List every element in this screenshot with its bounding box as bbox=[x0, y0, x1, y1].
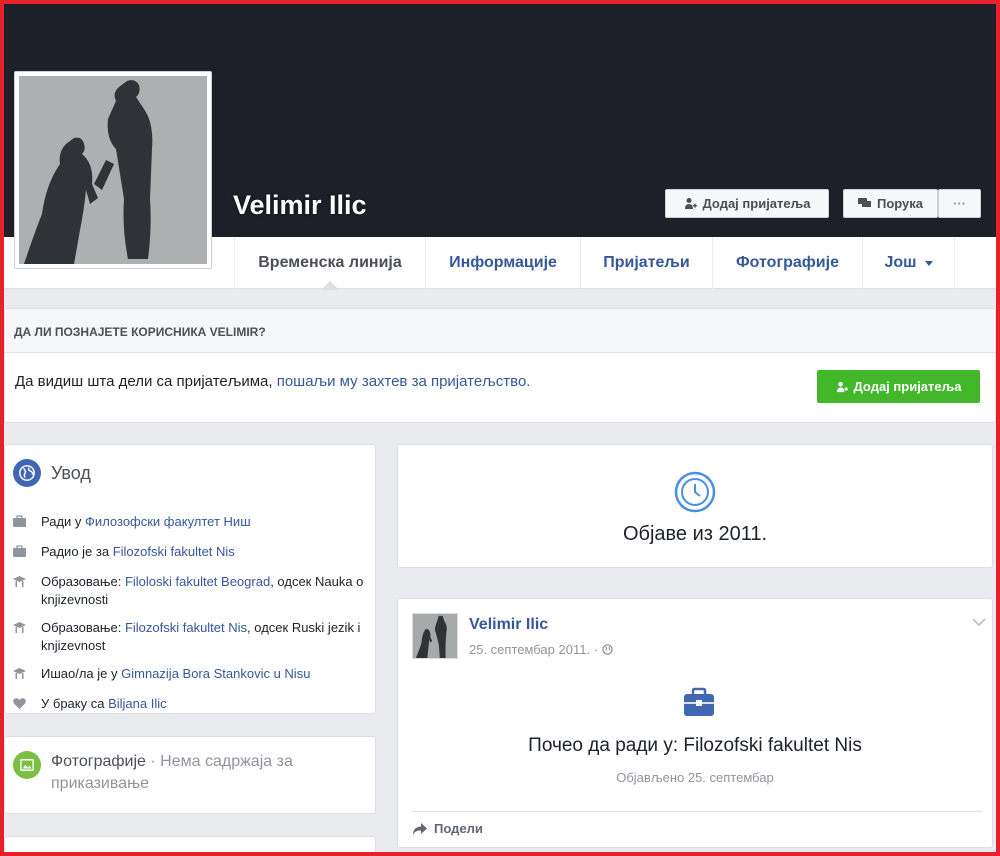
post-author-avatar[interactable] bbox=[412, 613, 458, 659]
intro-text: Образовање: bbox=[41, 620, 125, 635]
graduation-cap-icon bbox=[13, 622, 26, 633]
tab-photos[interactable]: Фотографије bbox=[712, 237, 862, 289]
briefcase-icon bbox=[684, 687, 714, 716]
intro-text: Образовање: bbox=[41, 574, 125, 589]
graduation-cap-icon bbox=[13, 576, 26, 587]
intro-item-education: Образовање: Filozofski fakultet Nis, одс… bbox=[13, 619, 368, 655]
tab-friends-label: Пријатељи bbox=[603, 254, 690, 271]
chevron-down-icon[interactable] bbox=[972, 617, 986, 627]
intro-link[interactable]: Филозофски факултет Ниш bbox=[85, 514, 251, 529]
tab-timeline-label: Временска линија bbox=[258, 254, 402, 271]
intro-text: Ради у bbox=[41, 514, 86, 529]
photo-icon bbox=[13, 751, 41, 779]
friend-request-prompt: ДА ЛИ ПОЗНАЈЕТЕ КОРИСНИКА VELIMIR? Да ви… bbox=[4, 308, 996, 423]
post-date: 25. септембар 2011. · bbox=[469, 642, 613, 657]
clock-icon bbox=[674, 471, 716, 513]
tab-about[interactable]: Информације bbox=[425, 237, 580, 289]
intro-link[interactable]: Biljana Ilic bbox=[108, 696, 167, 711]
intro-link[interactable]: Filoloski fakultet Beograd bbox=[125, 574, 270, 589]
tab-friends[interactable]: Пријатељи bbox=[580, 237, 712, 289]
share-arrow-icon bbox=[413, 822, 427, 835]
graduation-cap-icon bbox=[13, 668, 26, 679]
post-headline: Почео да ради у: Filozofski fakultet Nis bbox=[528, 735, 862, 756]
post-divider bbox=[412, 811, 982, 812]
caret-down-icon bbox=[924, 260, 933, 266]
heart-icon bbox=[13, 698, 26, 709]
intro-text: Ишао/ла је у bbox=[41, 666, 122, 681]
intro-item-relationship: У браку са Biljana Ilic bbox=[13, 695, 368, 715]
intro-link[interactable]: Filozofski fakultet Nis bbox=[125, 620, 247, 635]
briefcase-icon bbox=[13, 515, 26, 527]
briefcase-icon bbox=[13, 545, 26, 557]
photos-card: Фотографије · Нема садржаја за приказива… bbox=[4, 736, 376, 814]
globe-icon bbox=[13, 459, 41, 487]
tab-more-label: Још bbox=[884, 254, 917, 271]
prompt-text: Да видиш шта дели са пријатељима, bbox=[15, 373, 277, 390]
tab-about-label: Информације bbox=[449, 254, 557, 271]
add-friend-icon bbox=[836, 381, 848, 392]
share-button[interactable]: Подели bbox=[412, 821, 483, 836]
post-published-date: Објављено 25. септембар bbox=[616, 770, 774, 785]
post-author-name[interactable]: Velimir Ilic bbox=[469, 616, 548, 634]
more-dots-icon: ··· bbox=[953, 196, 966, 211]
message-button[interactable]: Порука bbox=[843, 189, 938, 218]
send-request-link[interactable]: пошаљи му захтев за пријатељство. bbox=[277, 373, 531, 390]
timeline-post: Velimir Ilic 25. септембар 2011. · Почео… bbox=[397, 598, 993, 848]
message-icon bbox=[857, 198, 871, 207]
photos-title[interactable]: Фотографије bbox=[51, 753, 146, 770]
next-card bbox=[4, 836, 376, 856]
message-label: Порука bbox=[876, 196, 924, 211]
profile-name: Velimir Ilic bbox=[233, 190, 367, 220]
add-friend-icon bbox=[684, 198, 697, 209]
intro-card: Увод Ради у Филозофски факултет Ниш Ради… bbox=[4, 444, 376, 714]
post-date-text[interactable]: 25. септембар 2011. · bbox=[469, 642, 598, 657]
prompt-heading: ДА ЛИ ПОЗНАЈЕТЕ КОРИСНИКА VELIMIR? bbox=[5, 309, 995, 353]
profile-picture[interactable] bbox=[14, 71, 212, 269]
add-friend-label: Додај пријатеља bbox=[702, 196, 811, 211]
posts-year-text: Објаве из 2011. bbox=[622, 523, 768, 545]
intro-item-education: Образовање: Filoloski fakultet Beograd, … bbox=[13, 573, 368, 609]
intro-item-past-work: Радио је за Filozofski fakultet Nis bbox=[13, 543, 368, 563]
intro-item-work: Ради у Филозофски факултет Ниш bbox=[13, 513, 368, 533]
add-friend-green-label: Додај пријатеља bbox=[853, 379, 962, 394]
more-options-button[interactable]: ··· bbox=[938, 189, 981, 218]
intro-title: Увод bbox=[51, 462, 91, 483]
add-friend-green-button[interactable]: Додај пријатеља bbox=[817, 370, 980, 403]
intro-list: Ради у Филозофски факултет Ниш Радио је … bbox=[13, 513, 368, 725]
intro-link[interactable]: Gimnazija Bora Stankovic u Nisu bbox=[121, 666, 310, 681]
intro-text: Радио је за bbox=[41, 544, 113, 559]
tab-photos-label: Фотографије bbox=[736, 254, 839, 271]
tab-more[interactable]: Још bbox=[862, 237, 955, 289]
intro-item-school: Ишао/ла је у Gimnazija Bora Stankovic u … bbox=[13, 665, 368, 685]
add-friend-button[interactable]: Додај пријатеља bbox=[665, 189, 829, 218]
posts-year-card[interactable]: Објаве из 2011. bbox=[397, 444, 993, 568]
globe-icon bbox=[602, 644, 613, 655]
intro-link[interactable]: Filozofski fakultet Nis bbox=[113, 544, 235, 559]
share-label: Подели bbox=[434, 821, 483, 836]
tab-timeline[interactable]: Временска линија bbox=[234, 237, 425, 290]
intro-text: У браку са bbox=[41, 696, 109, 711]
